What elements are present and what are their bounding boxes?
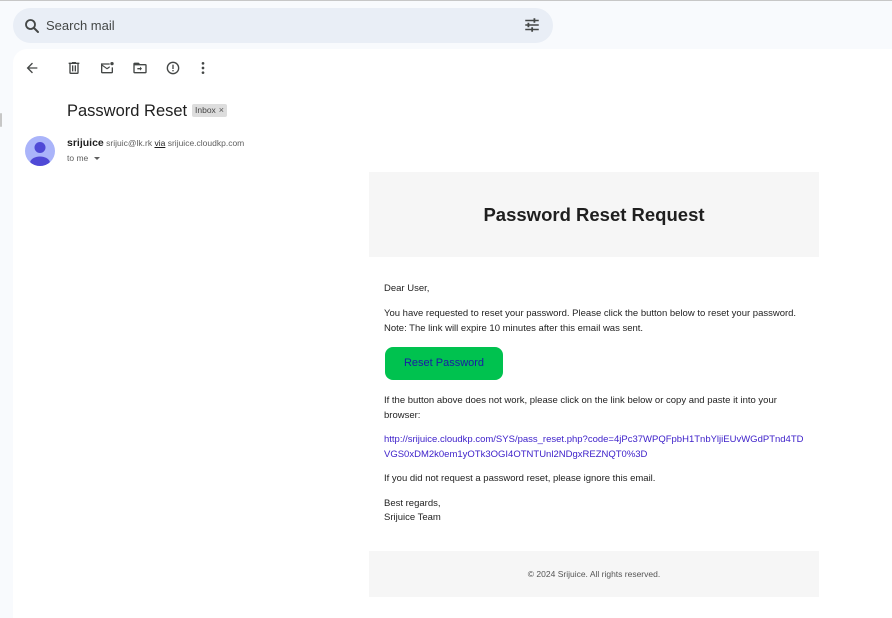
- window-top-border: [0, 0, 892, 1]
- intro-paragraph: You have requested to reset your passwor…: [384, 308, 797, 334]
- email-subject: Password Reset: [67, 102, 188, 120]
- email-footer: © 2024 Srijuice. All rights reserved.: [369, 551, 819, 597]
- via-link[interactable]: via: [154, 138, 165, 148]
- sender-line: srijuice srijuic@lk.rk via srijuice.clou…: [67, 137, 244, 149]
- message-panel: Password Reset Inbox × srijuice srijuic@…: [13, 49, 892, 618]
- reset-link[interactable]: http://srijuice.cloudkp.com/SYS/pass_res…: [384, 433, 804, 462]
- back-button[interactable]: [23, 59, 41, 77]
- signature: Srijuice Team: [384, 512, 441, 523]
- more-vert-icon: [201, 62, 205, 74]
- back-arrow-icon: [26, 62, 38, 74]
- copyright-text: © 2024 Srijuice. All rights reserved.: [527, 569, 661, 579]
- report-spam-icon: [166, 61, 180, 75]
- left-edge-handle: [0, 113, 2, 127]
- more-options-button[interactable]: [194, 59, 212, 77]
- email-header: Password Reset Request: [369, 172, 819, 257]
- email-title: Password Reset Request: [483, 203, 705, 225]
- delete-icon: [68, 62, 80, 74]
- sender-email: srijuic@lk.rk: [106, 138, 153, 148]
- move-to-button[interactable]: [131, 59, 149, 77]
- mark-unread-icon: [101, 62, 114, 74]
- move-to-icon: [133, 62, 147, 74]
- search-options-icon[interactable]: [523, 16, 541, 34]
- to-label: to me: [67, 153, 89, 163]
- ignore-paragraph: If you did not request a password reset,…: [384, 473, 656, 484]
- search-input[interactable]: Search mail: [46, 18, 115, 33]
- fallback-paragraph: If the button above does not work, pleas…: [384, 395, 777, 421]
- search-bar[interactable]: Search mail: [13, 8, 553, 43]
- label-text: Inbox: [195, 105, 216, 115]
- chevron-down-icon[interactable]: [94, 156, 101, 160]
- inbox-label-chip[interactable]: Inbox ×: [192, 104, 228, 117]
- person-icon: [30, 142, 50, 166]
- recipient-details[interactable]: to me: [67, 153, 101, 163]
- reset-password-button[interactable]: Reset Password: [385, 347, 503, 380]
- report-spam-button[interactable]: [164, 59, 182, 77]
- avatar[interactable]: [25, 136, 55, 166]
- greeting: Dear User,: [384, 283, 430, 294]
- sign-off: Best regards,: [384, 498, 441, 509]
- delete-button[interactable]: [65, 59, 83, 77]
- via-domain: srijuice.cloudkp.com: [167, 138, 245, 148]
- sender-name[interactable]: srijuice: [67, 137, 104, 149]
- mark-unread-button[interactable]: [98, 59, 116, 77]
- remove-label-icon[interactable]: ×: [219, 104, 224, 117]
- search-icon[interactable]: [23, 17, 41, 35]
